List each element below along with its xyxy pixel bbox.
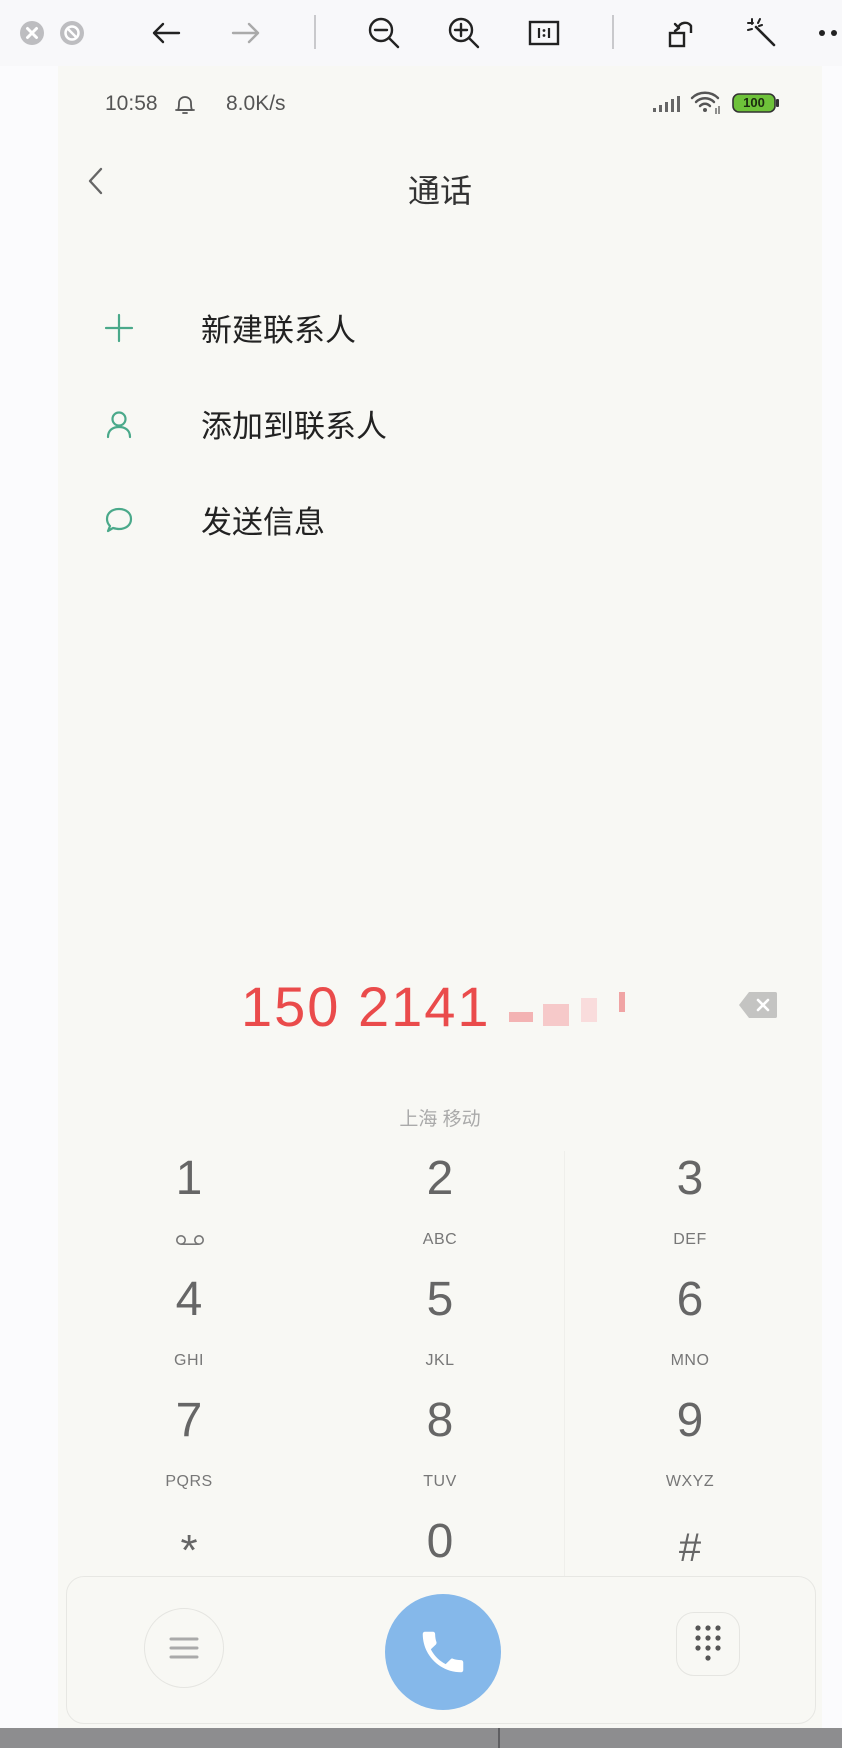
person-icon [102,407,136,441]
dialed-number-display: 150 2141 [241,974,761,1044]
bell-icon [174,93,196,122]
actual-size-icon[interactable] [524,13,564,53]
toolbar-divider [314,15,316,49]
key-letters: PQRS [165,1473,213,1490]
key-3[interactable]: 3 DEF [565,1151,815,1269]
battery-icon: 100 [732,93,780,113]
carrier-location: 上海 移动 [399,1109,481,1130]
dialed-number: 150 2141 [241,975,491,1038]
key-8[interactable]: 8 TUV [315,1393,565,1511]
key-letters: GHI [174,1352,204,1369]
key-digit: 8 [426,1394,454,1447]
viewer-bottom-strip [0,1728,842,1748]
block-icon[interactable] [52,13,92,53]
dialpad-toggle-button[interactable] [676,1612,740,1676]
send-message-item[interactable]: 发送信息 [58,471,822,567]
call-button[interactable] [385,1594,501,1710]
toolbar-divider [612,15,614,49]
key-digit: # [678,1526,702,1570]
page-title: 通话 [407,173,472,209]
key-digit: 9 [676,1394,704,1447]
header: 通话 [58,138,822,248]
key-digit: 6 [676,1273,704,1326]
key-letters: WXYZ [665,1473,715,1490]
chat-bubble-icon [102,503,136,537]
new-contact-item[interactable]: 新建联系人 [58,279,822,375]
key-letters: MNO [670,1352,710,1369]
key-digit: 3 [676,1152,704,1205]
key-digit: 4 [175,1273,203,1326]
key-letters: JKL [425,1352,455,1369]
dialer-screen: 10:58 8.0K/s 100 通话 新建联系人 添加到联系人 发送信息 15… [58,66,822,1728]
bottom-action-bar [66,1576,816,1724]
menu-icon [169,1637,199,1659]
network-speed: 8.0K/s [226,92,286,115]
dialpad-icon [695,1625,721,1661]
key-digit: 0 [426,1515,454,1568]
back-arrow-icon[interactable] [146,13,186,53]
key-letters: TUV [423,1473,457,1490]
key-digit: 7 [175,1394,203,1447]
key-digit: 2 [426,1152,454,1205]
status-bar: 10:58 8.0K/s 100 [58,66,822,138]
key-letters: DEF [673,1231,707,1248]
key-9[interactable]: 9 WXYZ [565,1393,815,1511]
add-to-contact-item[interactable]: 添加到联系人 [58,375,822,471]
wifi-icon [690,90,722,121]
rotate-icon[interactable] [662,13,702,53]
plus-icon [102,311,136,345]
battery-level: 100 [743,95,765,110]
add-to-contact-label: 添加到联系人 [201,409,387,444]
backspace-icon [739,992,777,1018]
send-message-label: 发送信息 [201,505,325,540]
zoom-out-icon[interactable] [364,13,404,53]
viewer-margin [822,66,842,1728]
new-contact-label: 新建联系人 [201,313,356,348]
key-4[interactable]: 4 GHI [64,1272,314,1390]
menu-button[interactable] [144,1608,224,1688]
key-6[interactable]: 6 MNO [565,1272,815,1390]
zoom-in-icon[interactable] [444,13,484,53]
key-digit: * [180,1526,198,1575]
key-letters: ABC [422,1231,458,1248]
signal-icon [652,94,682,119]
forward-arrow-icon[interactable] [226,13,266,53]
more-icon[interactable] [812,13,842,53]
close-icon[interactable] [12,13,52,53]
magic-wand-icon[interactable] [742,13,782,53]
key-digit: 1 [175,1152,203,1205]
backspace-button[interactable] [738,991,778,1019]
key-7[interactable]: 7 PQRS [64,1393,314,1511]
divider [498,1728,500,1748]
key-2[interactable]: 2 ABC [315,1151,565,1269]
phone-icon [422,1631,464,1673]
viewer-toolbar [0,0,842,66]
key-digit: 5 [426,1273,454,1326]
viewer-margin [0,66,58,1728]
voicemail-icon [175,1233,205,1251]
key-1[interactable]: 1 [64,1151,314,1269]
key-5[interactable]: 5 JKL [315,1272,565,1390]
redacted-digits [499,984,629,1036]
status-time: 10:58 [105,92,158,115]
